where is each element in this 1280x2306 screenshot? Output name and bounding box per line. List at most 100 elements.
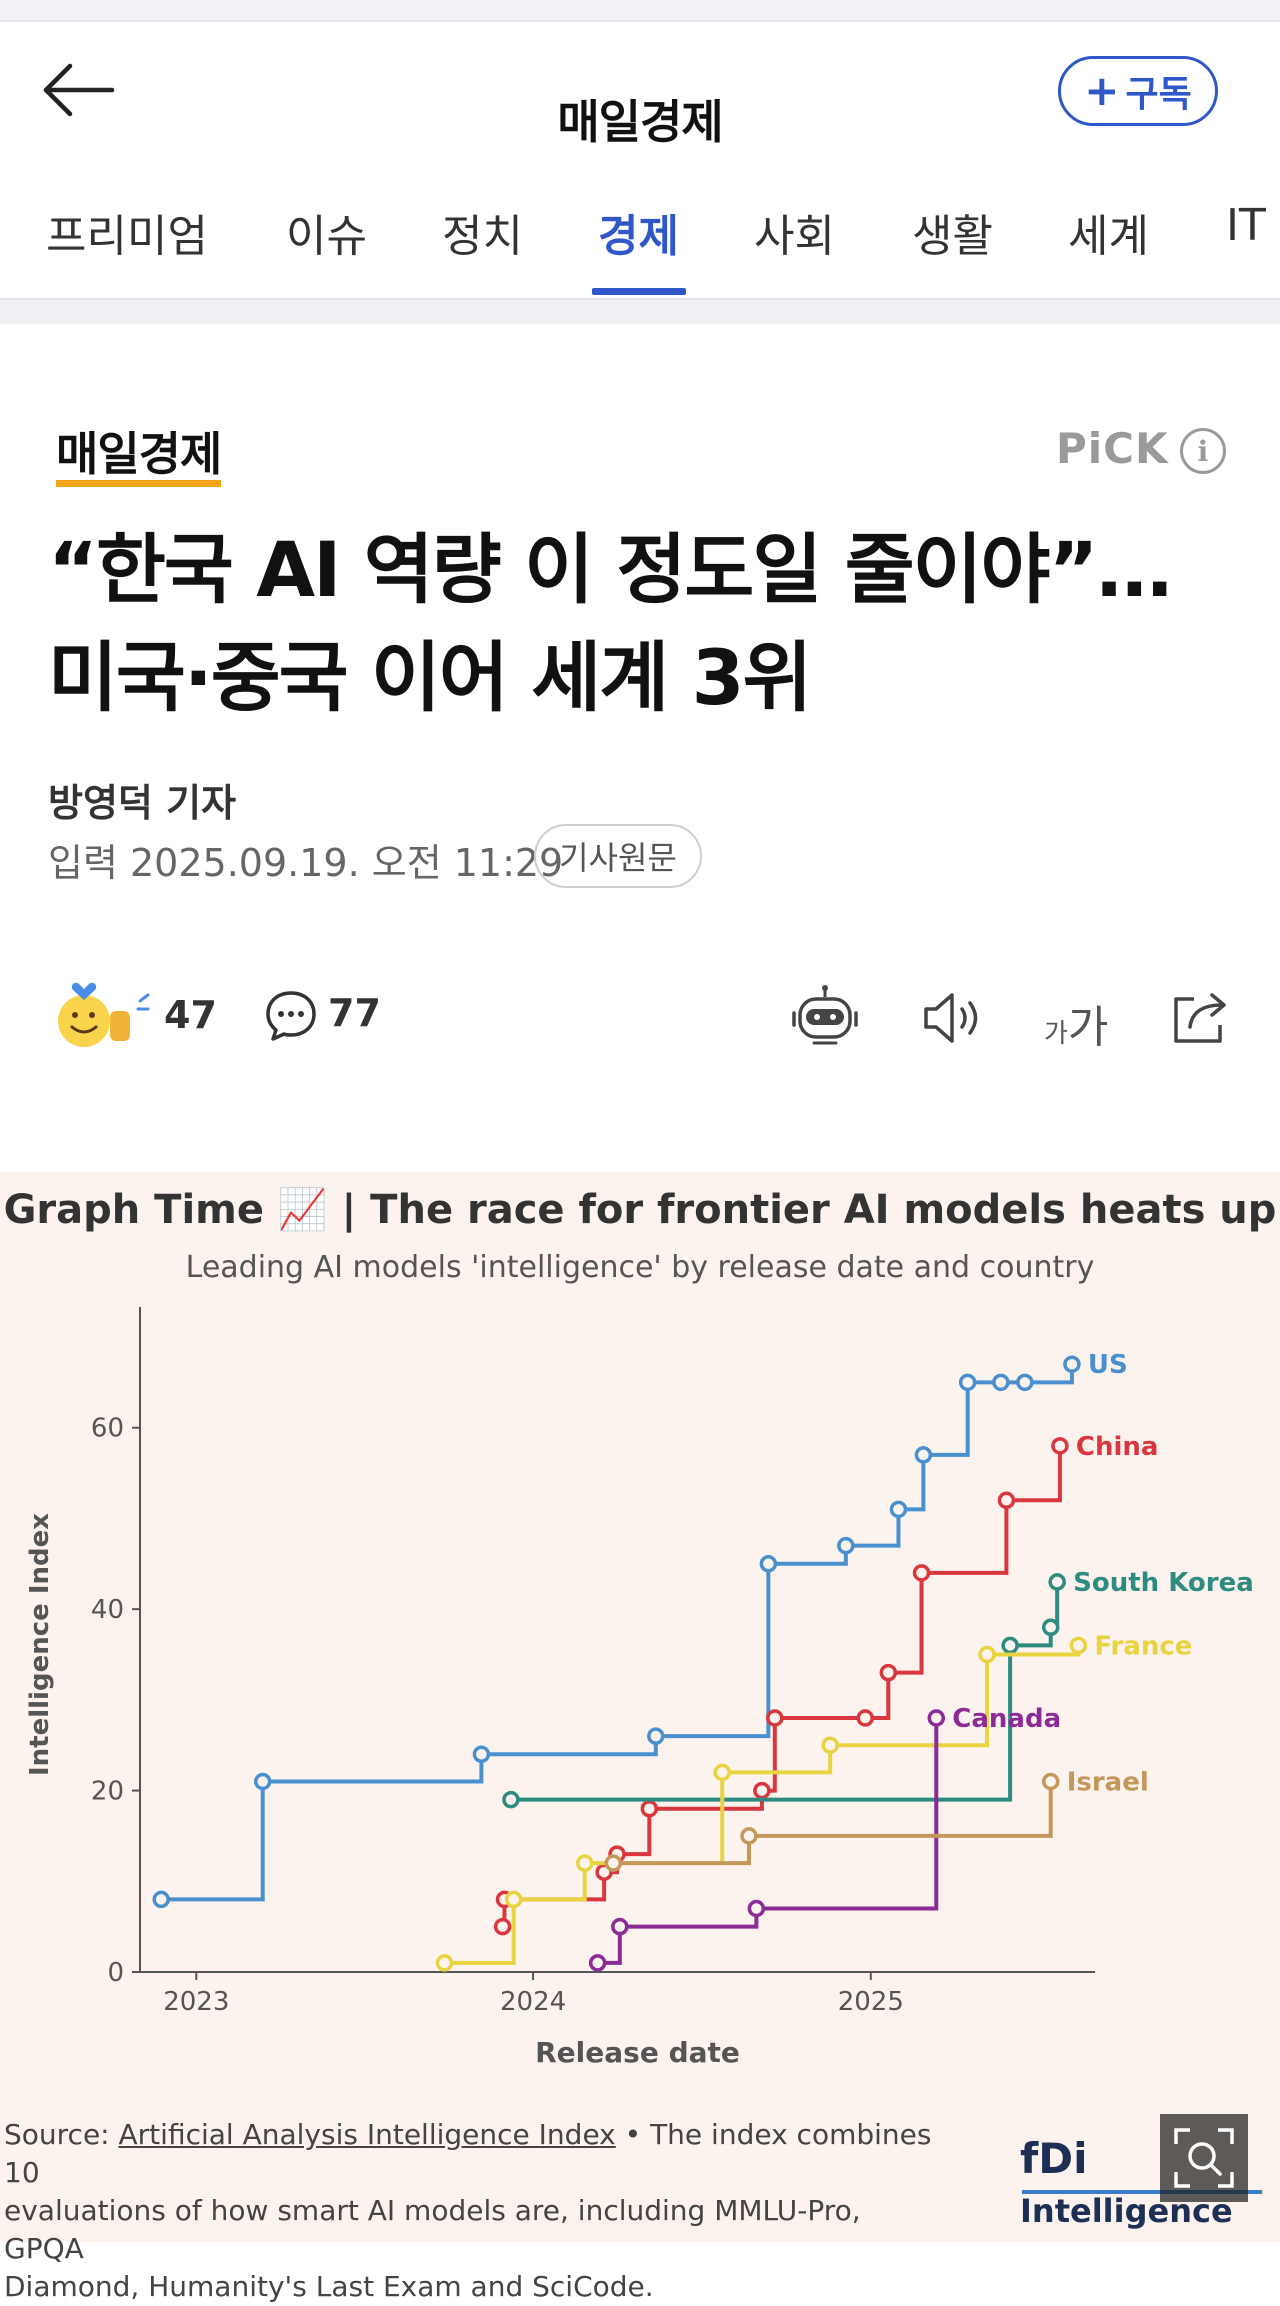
tab-premium[interactable]: 프리미엄 <box>46 200 208 264</box>
data-point <box>821 1736 839 1754</box>
tab-life[interactable]: 생활 <box>912 200 993 264</box>
data-point <box>1063 1355 1081 1373</box>
data-point <box>588 1954 607 1972</box>
article-figure[interactable]: Graph Time 📈 | The race for frontier AI … <box>0 1172 1280 2303</box>
font-small-label: 가 <box>1044 1019 1068 1049</box>
zoom-icon <box>1174 2128 1234 2188</box>
x-tick-label: 2023 <box>163 1987 229 2017</box>
chart-source: Source: Artificial Analysis Intelligence… <box>4 2116 944 2306</box>
original-article-button[interactable]: 기사원문 <box>534 824 702 888</box>
comment-count: 77 <box>328 991 381 1035</box>
article-actions: 47 77 가가 <box>0 975 1280 1065</box>
series-label: Israel <box>1067 1768 1149 1798</box>
data-point <box>958 1373 977 1392</box>
series-line-south-korea <box>510 1581 1060 1802</box>
series-label: Canada <box>952 1704 1061 1734</box>
data-point <box>889 1500 908 1519</box>
info-icon[interactable]: i <box>1180 428 1226 474</box>
image-zoom-button[interactable] <box>1160 2114 1248 2202</box>
y-axis-label: Intelligence Index <box>25 1513 55 1776</box>
data-point <box>1048 1573 1066 1591</box>
headline-line-1: “한국 AI 역량 이 정도일 줄이야”… <box>48 525 1172 614</box>
press-logo[interactable]: 매일경제 <box>56 428 222 487</box>
data-point <box>1069 1636 1088 1655</box>
source-line-2: evaluations of how smart AI models are, … <box>4 2194 861 2265</box>
data-point <box>912 1564 931 1582</box>
speaker-icon <box>924 993 978 1043</box>
data-point <box>152 1890 170 1909</box>
robot-icon <box>792 985 858 1045</box>
publish-date: 입력 2025.09.19. 오전 11:29 <box>48 841 564 885</box>
data-point <box>493 1917 512 1936</box>
share-button[interactable] <box>1166 983 1236 1053</box>
font-size-button[interactable]: 가가 <box>1044 991 1108 1055</box>
data-point <box>1041 1618 1060 1637</box>
data-point <box>978 1645 996 1664</box>
headline-line-2: 미국·중국 이어 세계 3위 <box>48 633 812 722</box>
source-line-3: Diamond, Humanity's Last Exam and SciCod… <box>4 2270 654 2303</box>
y-tick-label: 20 <box>91 1777 124 1807</box>
data-point <box>992 1373 1010 1392</box>
data-point <box>740 1827 758 1845</box>
smile-thumbs-icon <box>58 982 150 1047</box>
tab-politics[interactable]: 정치 <box>442 200 523 264</box>
series-label: South Korea <box>1073 1568 1254 1598</box>
tab-society[interactable]: 사회 <box>754 200 835 264</box>
x-tick-label: 2024 <box>500 1987 566 2017</box>
tab-economy[interactable]: 경제 <box>598 200 679 264</box>
data-point <box>253 1772 272 1791</box>
data-point <box>837 1536 855 1555</box>
data-point <box>435 1954 454 1972</box>
y-tick-label: 40 <box>91 1595 124 1625</box>
y-tick-label: 60 <box>91 1414 124 1444</box>
series-label: China <box>1076 1432 1159 1462</box>
data-point <box>766 1709 784 1727</box>
section-tabs: 프리미엄 이슈 정치 경제 사회 생활 세계 IT <box>0 188 1280 298</box>
share-icon <box>1174 993 1226 1043</box>
article-headline: “한국 AI 역량 이 정도일 줄이야”… 미국·중국 이어 세계 3위 <box>48 516 1248 732</box>
active-tab-indicator <box>592 288 686 295</box>
data-point <box>1001 1636 1019 1655</box>
comment-icon <box>266 991 316 1041</box>
series-label: US <box>1088 1350 1128 1380</box>
data-point <box>1016 1373 1034 1392</box>
reaction-button[interactable] <box>54 981 154 1051</box>
font-big-label: 가 <box>1067 1002 1109 1053</box>
tab-issue[interactable]: 이슈 <box>286 200 367 264</box>
data-point <box>856 1709 874 1727</box>
reporter-name[interactable]: 방영덕 기자 <box>48 772 236 827</box>
data-point <box>713 1763 731 1782</box>
subscribe-label: 구독 <box>1125 74 1192 115</box>
tab-it[interactable]: IT <box>1226 200 1266 251</box>
data-point <box>575 1854 594 1872</box>
status-strip <box>0 0 1280 22</box>
y-tick-label: 0 <box>107 1958 124 1988</box>
data-point <box>504 1890 523 1909</box>
data-point <box>611 1917 629 1936</box>
data-point <box>647 1727 665 1745</box>
divider <box>0 298 1280 324</box>
tab-world[interactable]: 세계 <box>1068 200 1149 264</box>
data-point <box>879 1663 898 1682</box>
pick-badge: PiCK <box>1056 424 1169 473</box>
data-point <box>759 1555 778 1573</box>
data-point <box>914 1446 933 1464</box>
data-point <box>502 1790 520 1809</box>
data-point <box>927 1709 946 1727</box>
summary-bot-button[interactable] <box>790 983 860 1053</box>
source-prefix: Source: <box>4 2118 119 2151</box>
data-point <box>472 1745 491 1764</box>
x-axis-label: Release date <box>535 2036 740 2069</box>
data-point <box>604 1854 623 1872</box>
series-label: France <box>1094 1631 1192 1661</box>
step-line-chart: 0 20 40 60 2023 2024 2025 Release date Intellige… <box>25 1307 1254 2069</box>
comment-button[interactable] <box>264 989 318 1043</box>
app-header: 매일경제 + 구독 <box>0 22 1280 162</box>
fdi-mark: fDi <box>1020 2134 1088 2183</box>
source-link[interactable]: Artificial Analysis Intelligence Index <box>119 2118 616 2151</box>
reaction-count: 47 <box>164 993 217 1037</box>
read-aloud-button[interactable] <box>920 983 990 1053</box>
data-point <box>1051 1437 1069 1455</box>
subscribe-button[interactable]: + 구독 <box>1058 56 1218 126</box>
data-point <box>997 1491 1016 1510</box>
